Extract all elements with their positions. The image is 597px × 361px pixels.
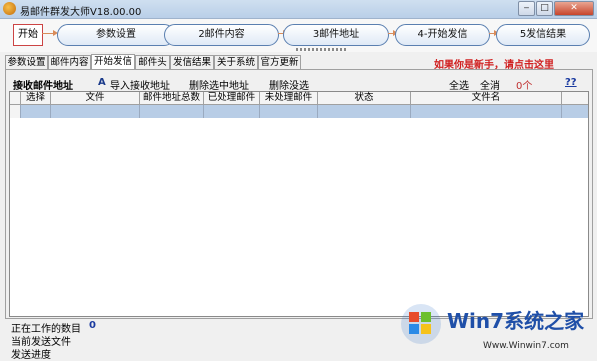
step-send[interactable]: 4-开始发信 [395,24,490,46]
step-params[interactable]: 参数设置 [57,24,175,46]
progress-label: 发送进度 [11,350,51,361]
column-header[interactable]: 状态 [318,92,411,104]
select-all-button[interactable]: 全选 [449,77,469,92]
step-content[interactable]: 2邮件内容 [164,24,279,46]
delete-unselected-button[interactable]: 删除没选 [269,77,309,92]
table-cell[interactable] [51,105,140,118]
tab-params[interactable]: 参数设置 [5,55,48,69]
watermark-url: Www.Winwin7.com [483,341,569,351]
tab-header[interactable]: 邮件头 [135,55,170,69]
table-cell[interactable] [260,105,318,118]
tab-start-send[interactable]: 开始发信 [91,54,135,69]
table-cell[interactable] [140,105,204,118]
splitter-handle[interactable] [296,48,348,51]
step-results[interactable]: 5发信结果 [496,24,590,46]
watermark-logo: Win7系统之家 Www.Winwin7.com [401,304,585,351]
tab-results[interactable]: 发信结果 [170,55,214,69]
row-indicator-header [10,92,21,104]
address-table[interactable]: 选择 文件 邮件地址总数 已处理邮件 未处理邮件 状态 文件名 [9,91,589,317]
title-bar: 易邮件群发大师V18.00.00 ‒ □ ✕ [0,0,597,19]
section-label: 接收邮件地址 [13,81,73,92]
start-step[interactable]: 开始 [13,24,43,46]
address-count: 0个 [516,81,533,92]
column-header[interactable]: 未处理邮件 [260,92,318,104]
close-button[interactable]: ✕ [554,1,594,16]
column-header[interactable]: 文件 [51,92,140,104]
working-count-value: 0 [89,320,96,331]
table-cell[interactable] [411,105,562,118]
import-icon: A [98,77,106,88]
column-header[interactable]: 选择 [21,92,51,104]
help-link[interactable]: ?? [565,77,577,88]
app-icon [3,2,16,15]
watermark-brand: Win7系统之家 [447,309,585,333]
import-button[interactable]: 导入接收地址 [110,77,170,92]
column-header[interactable]: 邮件地址总数 [140,92,204,104]
clear-all-button[interactable]: 全消 [480,77,500,92]
delete-selected-button[interactable]: 删除选中地址 [189,77,249,92]
step-addresses[interactable]: 3邮件地址 [283,24,389,46]
row-indicator [10,105,21,118]
tab-content[interactable]: 邮件内容 [48,55,91,69]
table-row[interactable] [10,105,588,118]
tab-updates[interactable]: 官方更新 [258,55,301,69]
tab-about[interactable]: 关于系统 [214,55,258,69]
table-header: 选择 文件 邮件地址总数 已处理邮件 未处理邮件 状态 文件名 [10,92,588,105]
minimize-button[interactable]: ‒ [518,1,535,16]
column-header[interactable]: 文件名 [411,92,562,104]
step-arrow [42,30,58,36]
table-cell[interactable] [21,105,51,118]
table-cell[interactable] [318,105,411,118]
maximize-button[interactable]: □ [536,1,553,16]
table-cell[interactable] [204,105,260,118]
column-header[interactable]: 已处理邮件 [204,92,260,104]
window-title: 易邮件群发大师V18.00.00 [20,7,142,18]
